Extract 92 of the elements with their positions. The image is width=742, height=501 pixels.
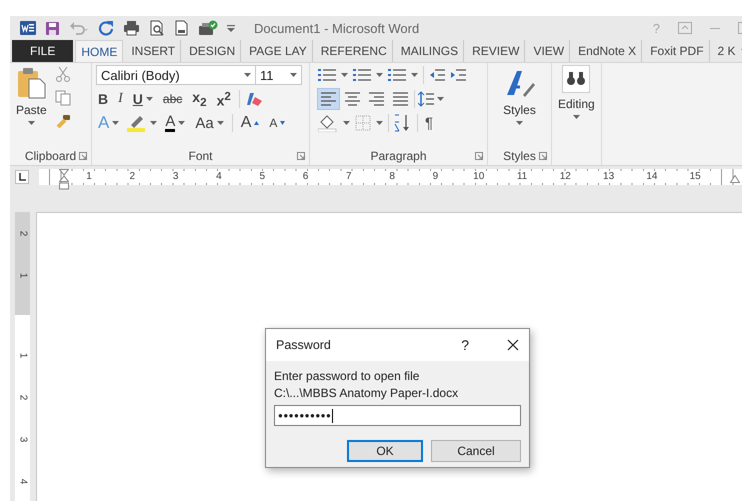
group-label: Font xyxy=(188,148,212,162)
redo-icon[interactable] xyxy=(98,20,114,36)
caret-icon[interactable] xyxy=(572,115,580,119)
caret-icon[interactable] xyxy=(216,121,224,125)
password-field[interactable]: ●●●●●●●●●● xyxy=(274,405,521,426)
print-preview-icon[interactable] xyxy=(149,20,165,36)
group-label: Clipboard xyxy=(24,148,76,162)
font-size-field[interactable]: 11 xyxy=(256,65,302,85)
bullets-icon[interactable] xyxy=(318,68,336,82)
ruler-number: 4 xyxy=(17,478,28,484)
tab-selector-icon[interactable] xyxy=(15,170,29,184)
format-button[interactable]: A xyxy=(238,114,262,132)
caret-icon[interactable] xyxy=(411,73,418,77)
caret-icon[interactable] xyxy=(146,97,153,101)
caret-icon[interactable] xyxy=(376,121,383,125)
format-painter-icon[interactable] xyxy=(54,114,71,130)
format-button[interactable]: Aa xyxy=(193,114,226,132)
line-spacing-icon[interactable] xyxy=(418,91,434,107)
caret-icon[interactable] xyxy=(437,97,444,101)
styles-button[interactable]: Styles xyxy=(492,65,547,146)
ribbon-tab[interactable]: FILE xyxy=(12,40,74,62)
format-button[interactable]: A xyxy=(163,114,188,132)
caret-icon[interactable] xyxy=(516,121,523,125)
help-button[interactable]: ? xyxy=(461,337,469,353)
find-icon xyxy=(562,65,590,93)
align-right-icon xyxy=(368,91,385,107)
document-icon[interactable] xyxy=(174,20,189,36)
ruler-number: 2 xyxy=(17,394,28,400)
caret-icon[interactable] xyxy=(28,121,35,125)
format-button[interactable]: B xyxy=(96,91,110,107)
caret-icon[interactable] xyxy=(341,73,348,77)
caret-icon[interactable] xyxy=(112,121,120,125)
copy-icon[interactable] xyxy=(54,90,71,106)
numbering-icon[interactable] xyxy=(353,68,371,82)
clear-formatting-icon[interactable] xyxy=(246,91,264,107)
increase-indent-icon[interactable] xyxy=(450,69,466,81)
format-button[interactable]: abc xyxy=(160,92,184,106)
cancel-button[interactable]: Cancel xyxy=(431,440,521,462)
dialog-title: Password xyxy=(276,338,331,352)
multilevel-list-icon[interactable] xyxy=(388,68,406,82)
dialog-launcher-icon[interactable] xyxy=(297,152,305,160)
close-icon[interactable] xyxy=(507,339,519,351)
indent-marker-icon[interactable] xyxy=(59,169,69,191)
clipboard-icon xyxy=(16,67,46,99)
highlight-icon[interactable] xyxy=(127,114,148,132)
align-left-icon xyxy=(320,91,337,107)
caret-icon[interactable] xyxy=(244,73,251,77)
font-name-field[interactable]: Calibri (Body) xyxy=(96,65,256,85)
window-title: Document1 - Microsoft Word xyxy=(254,20,420,36)
paste-button[interactable]: Paste xyxy=(14,65,49,146)
styles-icon xyxy=(504,69,534,99)
tab-menu-button[interactable]: 2 K xyxy=(712,40,742,62)
shading-icon[interactable] xyxy=(318,114,338,132)
ribbon-tab[interactable]: HOME xyxy=(75,40,124,62)
word-icon[interactable] xyxy=(20,20,36,36)
align-center-icon xyxy=(344,91,361,107)
shrink-icon xyxy=(280,121,286,125)
grow-icon xyxy=(254,121,260,125)
print-icon[interactable] xyxy=(123,20,140,36)
align-button[interactable] xyxy=(318,89,339,109)
network-icon[interactable] xyxy=(198,20,218,36)
format-button[interactable]: I xyxy=(116,91,125,107)
show-formatting-button[interactable]: ¶ xyxy=(423,114,436,132)
decrease-indent-icon[interactable] xyxy=(429,69,445,81)
format-button[interactable]: U xyxy=(130,91,155,107)
save-icon[interactable] xyxy=(45,20,60,36)
customize-icon[interactable] xyxy=(227,24,235,32)
dialog-launcher-icon[interactable] xyxy=(79,152,87,160)
ok-button[interactable]: OK xyxy=(347,440,423,462)
ruler-number: 3 xyxy=(17,436,28,442)
caret-icon[interactable] xyxy=(178,121,186,125)
caret-icon[interactable] xyxy=(290,73,297,77)
align-justify-icon xyxy=(392,91,409,107)
format-button[interactable]: x$_{2}$ xyxy=(190,89,209,109)
right-indent-icon[interactable] xyxy=(730,175,740,183)
sort-icon[interactable] xyxy=(394,114,412,132)
cut-icon[interactable] xyxy=(54,66,71,82)
group-label: Paragraph xyxy=(370,148,427,162)
ruler-number: 2 xyxy=(17,230,28,236)
group-label: Styles xyxy=(503,148,536,162)
prompt-text: Enter password to open file xyxy=(274,369,420,383)
caret-icon[interactable] xyxy=(150,121,158,125)
file-path: C:\...\MBBS Anatomy Paper-I.docx xyxy=(274,386,460,400)
ruler-number: 1 xyxy=(17,352,28,358)
editing-button[interactable]: Editing xyxy=(556,65,597,146)
ruler-number: 1 xyxy=(17,272,28,278)
caret-icon[interactable] xyxy=(343,121,350,125)
format-button[interactable]: A xyxy=(267,116,288,130)
dialog-launcher-icon[interactable] xyxy=(539,152,547,160)
caret-icon[interactable] xyxy=(376,73,383,77)
dialog-launcher-icon[interactable] xyxy=(475,152,483,160)
format-button[interactable]: x$^{2}$ xyxy=(214,90,233,108)
